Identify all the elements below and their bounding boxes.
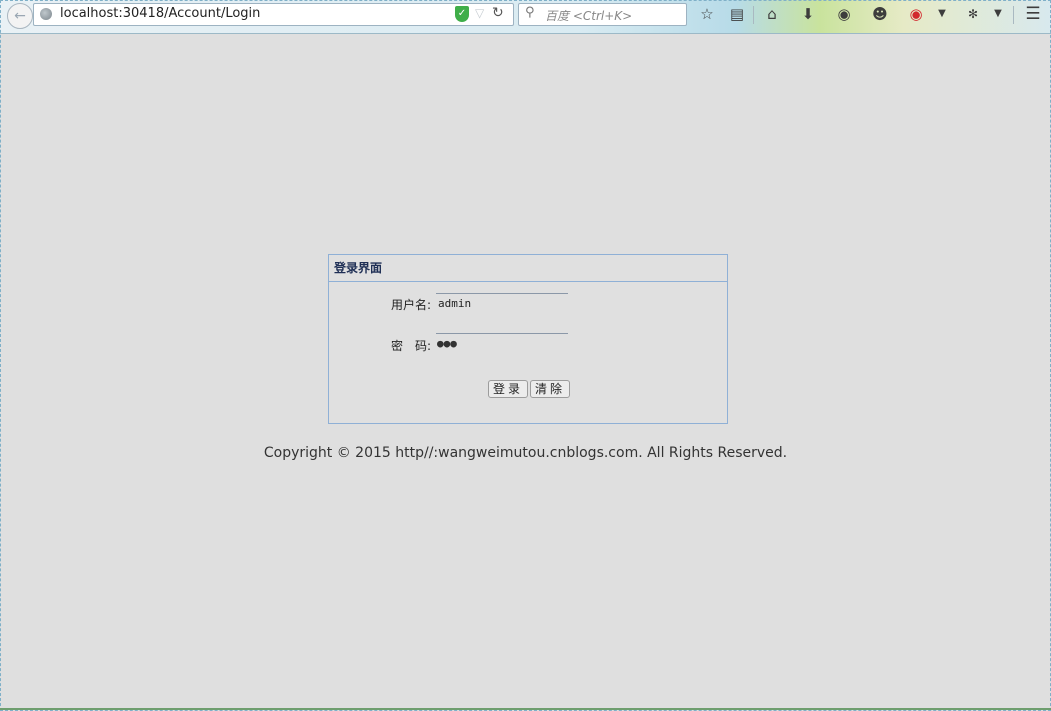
reload-icon[interactable]: ↻: [492, 5, 504, 21]
toolbar-divider: [753, 6, 754, 24]
search-placeholder[interactable]: 百度 <Ctrl+K>: [545, 7, 632, 24]
back-arrow-icon[interactable]: ←: [7, 3, 33, 29]
clear-button[interactable]: 清除: [530, 380, 571, 398]
download-icon[interactable]: ⬇: [798, 4, 818, 24]
browser-toolbar: ← localhost:30418/Account/Login ✓ ▽ ↻ ⚲ …: [0, 0, 1051, 34]
globe-icon: [40, 8, 52, 20]
copyright-footer: Copyright © 2015 http//:wangweimutou.cnb…: [263, 445, 788, 461]
status-bar-edge: [0, 708, 1051, 710]
username-label: 用户名:: [390, 298, 431, 312]
hamburger-menu-icon[interactable]: ☰: [1023, 4, 1043, 24]
toolbar-divider: [1013, 6, 1014, 24]
search-bar[interactable]: ⚲ 百度 <Ctrl+K>: [518, 3, 687, 26]
url-text[interactable]: localhost:30418/Account/Login: [60, 6, 260, 21]
address-bar[interactable]: localhost:30418/Account/Login ✓ ▽ ↻: [33, 3, 514, 26]
password-label: 密 码:: [390, 339, 431, 353]
reading-list-icon[interactable]: ▤: [727, 4, 747, 24]
user-icon[interactable]: ☻: [870, 4, 890, 24]
username-input[interactable]: [436, 293, 568, 312]
extension-icon[interactable]: ✻: [963, 4, 983, 24]
home-icon[interactable]: ⌂: [762, 4, 782, 24]
chat-icon[interactable]: ◉: [834, 4, 854, 24]
login-panel-title: 登录界面: [329, 255, 727, 282]
login-button[interactable]: 登录: [488, 380, 529, 398]
shield-icon[interactable]: ✓: [455, 6, 469, 22]
chevron-down-icon[interactable]: ▼: [988, 4, 1008, 24]
dropdown-arrow-icon[interactable]: ▽: [475, 6, 484, 20]
password-input[interactable]: ●●●: [436, 333, 568, 352]
chevron-down-icon[interactable]: ▼: [932, 4, 952, 24]
weibo-icon[interactable]: ◉: [906, 4, 926, 24]
login-panel: 登录界面 用户名: 密 码: ●●● 登录 清除: [328, 254, 728, 424]
bookmark-star-icon[interactable]: ☆: [697, 4, 717, 24]
search-icon: ⚲: [525, 5, 535, 20]
password-mask: ●●●: [437, 337, 457, 350]
